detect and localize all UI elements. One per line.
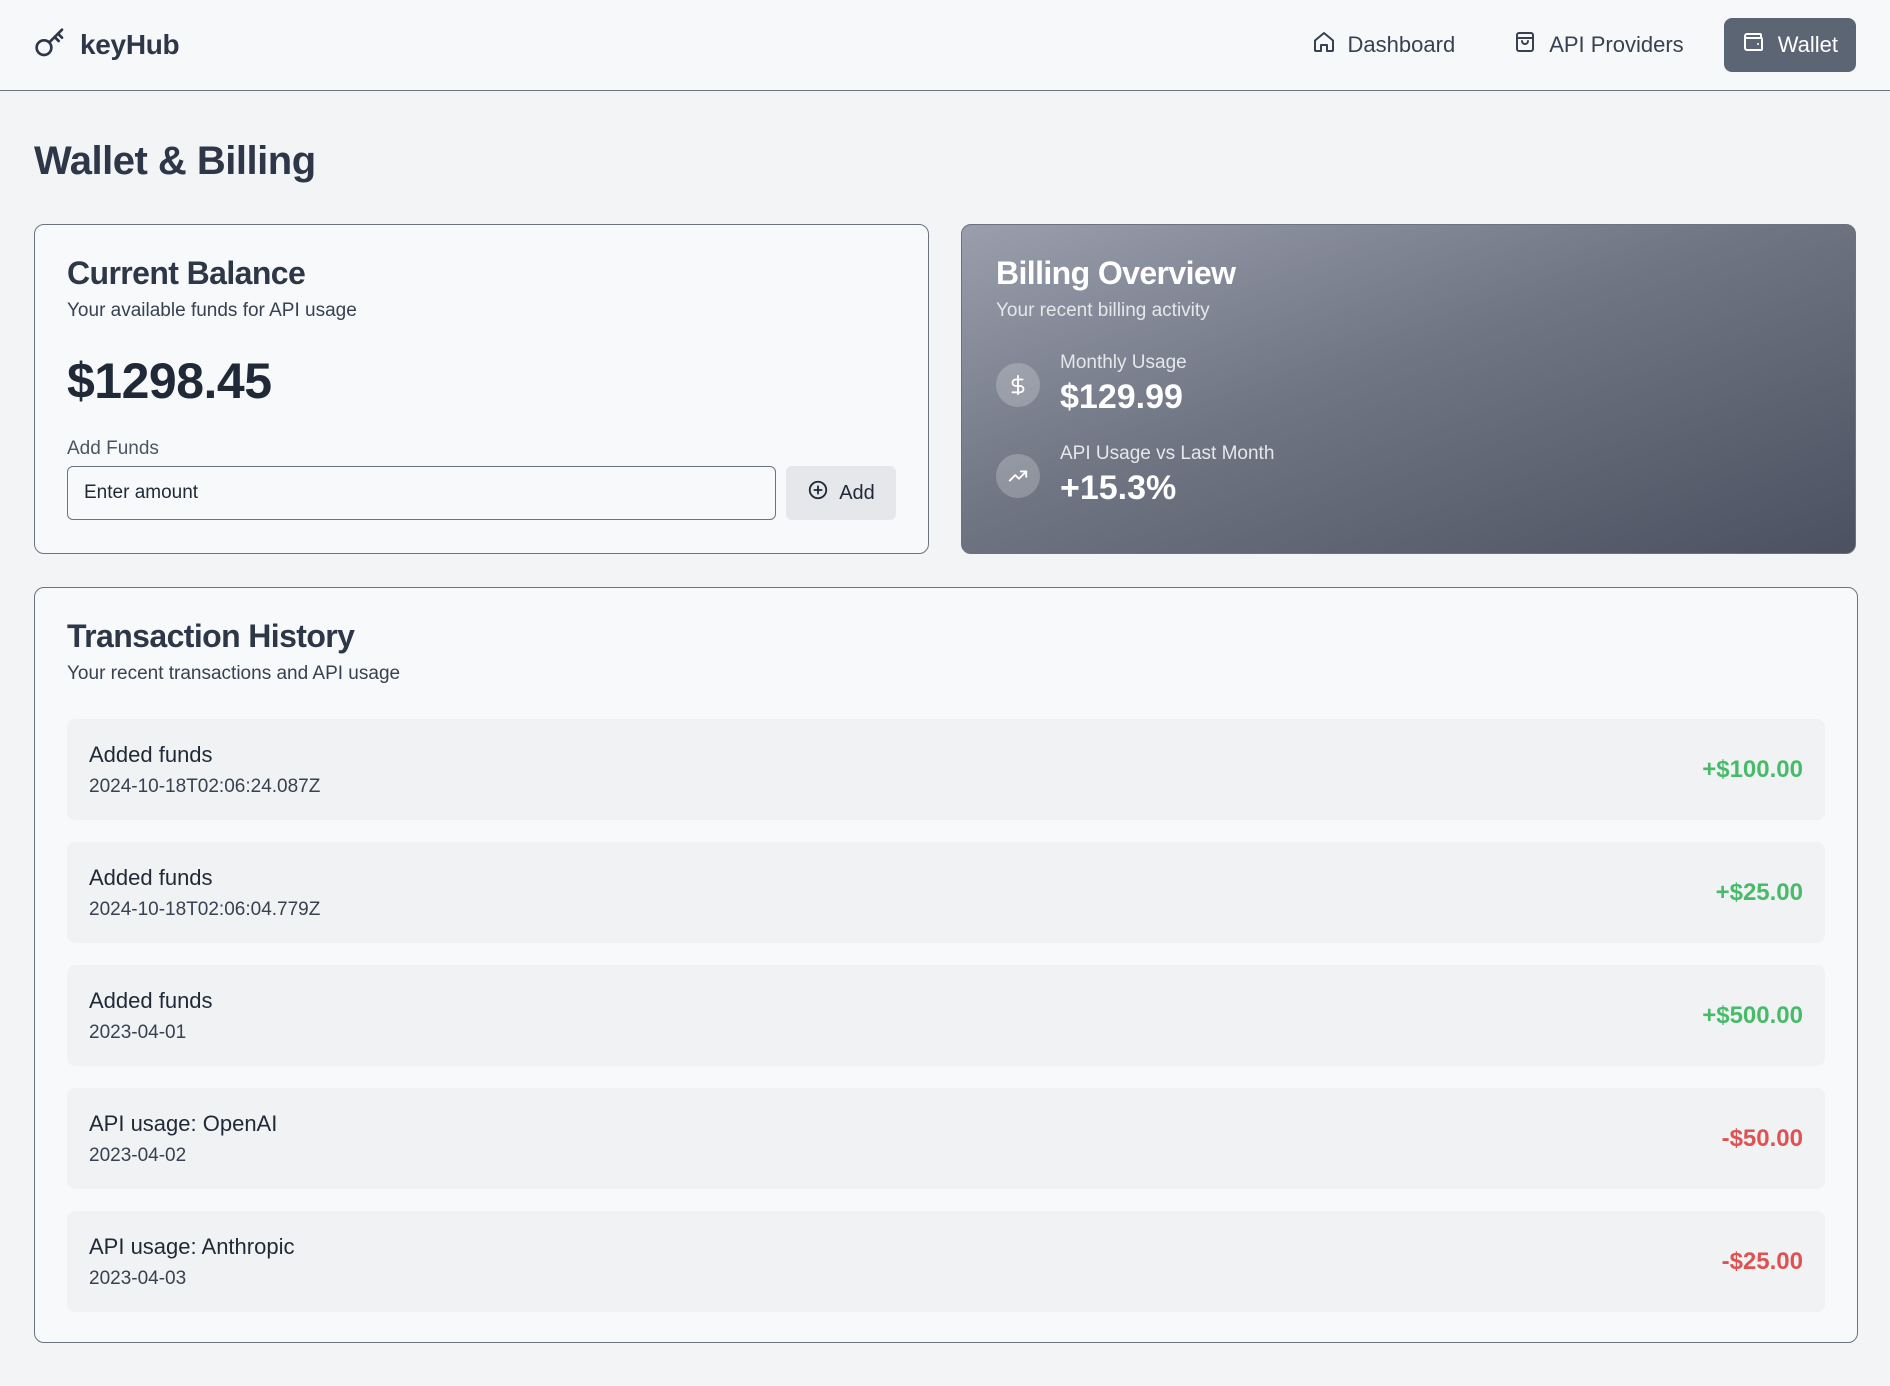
- add-funds-button[interactable]: Add: [786, 466, 896, 520]
- billing-overview-card: Billing Overview Your recent billing act…: [961, 224, 1856, 554]
- nav-dashboard-label: Dashboard: [1347, 32, 1456, 57]
- dollar-icon: [996, 362, 1040, 407]
- home-icon: [1312, 30, 1336, 60]
- trending-up-icon: [996, 453, 1040, 498]
- billing-card-subtitle: Your recent billing activity: [996, 300, 1210, 321]
- brand-name: keyHub: [80, 29, 180, 60]
- add-funds-label: Add Funds: [67, 438, 159, 459]
- nav-api-providers[interactable]: API Providers: [1495, 18, 1702, 72]
- transaction-date: 2024-10-18T02:06:04.779Z: [89, 898, 321, 920]
- balance-card-title: Current Balance: [67, 255, 306, 291]
- transaction-description: Added funds: [89, 741, 213, 767]
- add-button-label: Add: [839, 481, 875, 504]
- nav-wallet[interactable]: Wallet: [1723, 18, 1856, 72]
- main-content: Wallet & Billing Current Balance Your av…: [0, 91, 1890, 1343]
- transaction-amount: -$50.00: [1721, 1124, 1803, 1152]
- page-title: Wallet & Billing: [34, 139, 316, 183]
- monthly-usage-stat: Monthly Usage $129.99: [996, 352, 1821, 417]
- usage-change-stat: API Usage vs Last Month +15.3%: [996, 443, 1821, 508]
- transaction-description: API usage: Anthropic: [89, 1233, 295, 1259]
- transaction-row: Added funds 2024-10-18T02:06:04.779Z +$2…: [67, 842, 1825, 943]
- nav-api-providers-label: API Providers: [1549, 32, 1684, 57]
- usage-change-label: API Usage vs Last Month: [1060, 443, 1275, 464]
- transaction-row: Added funds 2023-04-01 +$500.00: [67, 965, 1825, 1066]
- top-navbar: keyHub Dashboard API Providers Wallet: [0, 0, 1890, 91]
- transaction-row: Added funds 2024-10-18T02:06:24.087Z +$1…: [67, 719, 1825, 820]
- transaction-description: API usage: OpenAI: [89, 1110, 278, 1136]
- usage-change-value: +15.3%: [1060, 469, 1177, 507]
- brand[interactable]: keyHub: [34, 27, 180, 64]
- current-balance-card: Current Balance Your available funds for…: [34, 224, 929, 554]
- transaction-row: API usage: OpenAI 2023-04-02 -$50.00: [67, 1088, 1825, 1189]
- shopping-bag-icon: [1513, 30, 1537, 60]
- transaction-date: 2024-10-18T02:06:24.087Z: [89, 775, 321, 797]
- plus-circle-icon: [807, 479, 829, 507]
- transaction-history-subtitle: Your recent transactions and API usage: [67, 663, 401, 684]
- transaction-description: Added funds: [89, 864, 213, 890]
- main-nav: Dashboard API Providers Wallet: [1294, 18, 1856, 72]
- transaction-history-title: Transaction History: [67, 618, 355, 654]
- balance-card-subtitle: Your available funds for API usage: [67, 300, 357, 321]
- nav-wallet-label: Wallet: [1777, 32, 1838, 57]
- amount-input[interactable]: [67, 466, 776, 520]
- wallet-icon: [1742, 30, 1766, 60]
- monthly-usage-label: Monthly Usage: [1060, 352, 1187, 373]
- add-funds-row: Add: [67, 466, 896, 520]
- transaction-date: 2023-04-02: [89, 1144, 187, 1166]
- transaction-amount: +$500.00: [1702, 1001, 1803, 1029]
- transaction-amount: +$100.00: [1702, 755, 1803, 783]
- transaction-row: API usage: Anthropic 2023-04-03 -$25.00: [67, 1211, 1825, 1312]
- transaction-amount: +$25.00: [1715, 878, 1803, 906]
- billing-card-title: Billing Overview: [996, 255, 1236, 291]
- summary-row: Current Balance Your available funds for…: [34, 224, 1856, 554]
- transaction-history-card: Transaction History Your recent transact…: [34, 587, 1858, 1343]
- nav-dashboard[interactable]: Dashboard: [1294, 18, 1474, 72]
- transaction-date: 2023-04-03: [89, 1267, 187, 1289]
- transaction-description: Added funds: [89, 987, 213, 1013]
- monthly-usage-value: $129.99: [1060, 378, 1183, 416]
- transaction-amount: -$25.00: [1721, 1247, 1803, 1275]
- transaction-list: Added funds 2024-10-18T02:06:24.087Z +$1…: [67, 719, 1825, 1312]
- balance-amount: $1298.45: [67, 353, 272, 409]
- transaction-date: 2023-04-01: [89, 1021, 187, 1043]
- key-icon: [34, 27, 66, 64]
